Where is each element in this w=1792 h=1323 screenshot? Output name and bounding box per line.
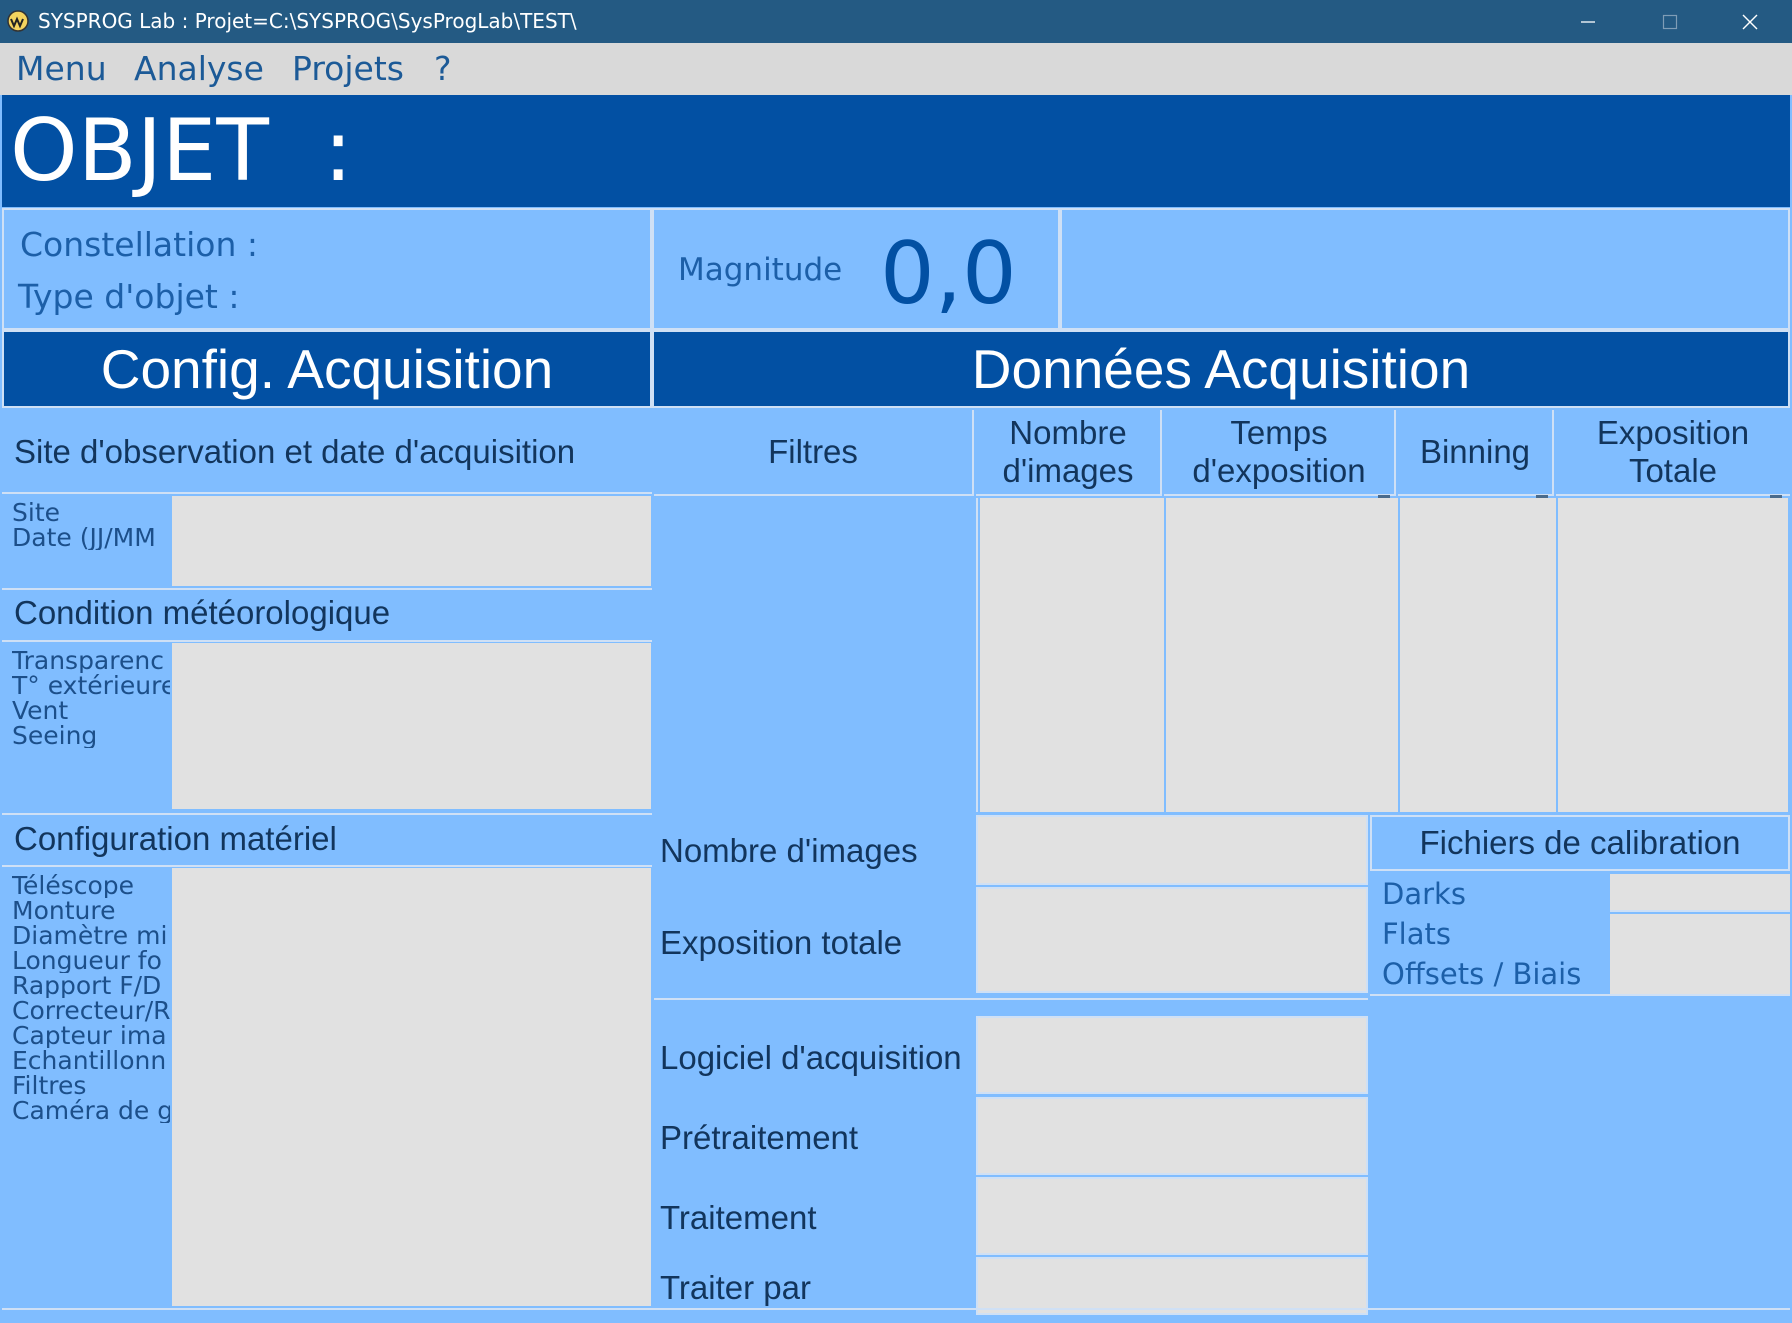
minimize-button[interactable]: [1548, 0, 1628, 43]
menu-item-analyse[interactable]: Analyse: [134, 43, 264, 95]
column-resize-handle[interactable]: [1536, 495, 1548, 498]
sysprog-app-icon[interactable]: [6, 10, 30, 32]
magnitude-label: Magnitude: [678, 252, 843, 288]
correcteur-label: Correcteur/R: [12, 998, 170, 1023]
col-header-temps-exposition-label: Temps d'exposition: [1192, 414, 1366, 489]
camera-guidage-label: Caméra de g: [12, 1098, 170, 1123]
title-bar[interactable]: SYSPROG Lab : Projet=C:\SYSPROG\SysProgL…: [0, 0, 1792, 43]
donnees-acquisition-title: Données Acquisition: [971, 338, 1471, 400]
exposition-totale-field[interactable]: [976, 887, 1368, 993]
flats-label: Flats: [1382, 917, 1451, 951]
config-acquisition-header: Config. Acquisition: [2, 330, 652, 408]
menu-item-projets[interactable]: Projets: [292, 43, 404, 95]
donnees-acquisition-header: Données Acquisition: [652, 330, 1790, 408]
capteur-label: Capteur ima: [12, 1023, 167, 1048]
calibration-title: Fichiers de calibration: [1419, 824, 1741, 861]
nombre-images-field[interactable]: [976, 815, 1368, 885]
monture-label: Monture: [12, 898, 116, 923]
rapport-fd-label: Rapport F/D: [12, 973, 162, 998]
menu-bar: Menu Analyse Projets ?: [0, 43, 1792, 95]
logiciel-field[interactable]: [976, 1016, 1368, 1094]
materiel-section-title: Configuration matériel: [14, 820, 337, 857]
close-button[interactable]: [1710, 0, 1790, 43]
date-label: Date (JJ/MM: [12, 525, 156, 550]
meteo-values-field[interactable]: [172, 643, 651, 809]
column-resize-handle[interactable]: [1378, 495, 1390, 498]
traiter-par-label: Traiter par: [660, 1269, 811, 1306]
exposition-totale-column[interactable]: [1558, 498, 1788, 812]
transparence-label: Transparenc: [12, 648, 164, 673]
materiel-values-field[interactable]: [172, 868, 651, 1306]
nombre-images-column[interactable]: [980, 498, 1164, 812]
seeing-label: Seeing: [12, 723, 98, 748]
col-header-exposition-totale-label: Exposition Totale: [1596, 414, 1750, 489]
col-header-exposition-totale: Exposition Totale: [1556, 410, 1790, 496]
col-header-temps-exposition: Temps d'exposition: [1164, 410, 1396, 496]
diametre-label: Diamètre mi: [12, 923, 168, 948]
flats-offsets-field[interactable]: [1610, 914, 1790, 994]
vent-label: Vent: [12, 698, 69, 723]
site-label: Site: [12, 500, 60, 525]
nombre-images-label: Nombre d'images: [660, 832, 918, 869]
constellation-label: Constellation :: [20, 225, 258, 264]
calibration-header: Fichiers de calibration: [1370, 815, 1790, 871]
offsets-label: Offsets / Biais: [1382, 957, 1582, 991]
filtres-label: Filtres: [12, 1073, 87, 1098]
divider: [1370, 994, 1790, 996]
traitement-field[interactable]: [976, 1177, 1368, 1255]
objet-title[interactable]: OBJET :: [10, 103, 353, 199]
divider: [654, 998, 1368, 1000]
materiel-field-labels: Téléscope Monture Diamètre mi Longueur f…: [12, 873, 170, 1123]
maximize-button[interactable]: [1630, 0, 1710, 43]
pretraitement-field[interactable]: [976, 1097, 1368, 1175]
binning-column[interactable]: [1400, 498, 1556, 812]
bottom-divider: [2, 1308, 1790, 1310]
traiter-par-field[interactable]: [976, 1257, 1368, 1315]
menu-item-help[interactable]: ?: [434, 43, 452, 95]
longueur-focale-label: Longueur fo: [12, 948, 162, 973]
echantillonnage-label: Echantillonn: [12, 1048, 167, 1073]
site-field-labels: Site Date (JJ/MM: [12, 500, 170, 550]
object-type-label: Type d'objet :: [18, 277, 240, 316]
col-header-nombre-images-label: Nombre d'images: [1002, 414, 1134, 489]
menu-item-menu[interactable]: Menu: [16, 43, 107, 95]
logiciel-label: Logiciel d'acquisition: [660, 1039, 962, 1076]
maximize-icon: [1662, 14, 1678, 30]
column-resize-handle[interactable]: [1770, 495, 1782, 498]
temps-exposition-column[interactable]: [1166, 498, 1398, 812]
site-section-title: Site d'observation et date d'acquisition: [14, 433, 576, 470]
magnitude-value[interactable]: 0,0: [880, 226, 1017, 322]
col-header-filtres-label: Filtres: [768, 433, 858, 470]
temperature-label: T° extérieure: [12, 673, 170, 698]
darks-field[interactable]: [1610, 874, 1790, 912]
col-header-binning-label: Binning: [1419, 433, 1531, 470]
exposition-totale-label: Exposition totale: [660, 924, 903, 961]
meteo-field-labels: Transparenc T° extérieure Vent Seeing: [12, 648, 170, 748]
filtres-list[interactable]: [654, 498, 978, 812]
window-title: SYSPROG Lab : Projet=C:\SYSPROG\SysProgL…: [38, 9, 577, 33]
col-header-filtres: Filtres: [654, 410, 974, 496]
site-date-field[interactable]: [172, 496, 651, 586]
minimize-icon: [1580, 14, 1596, 30]
object-image-panel[interactable]: [1060, 208, 1790, 330]
telescope-label: Téléscope: [12, 873, 135, 898]
meteo-section-title: Condition météorologique: [14, 594, 391, 631]
col-header-nombre-images: Nombre d'images: [976, 410, 1162, 496]
config-acquisition-title: Config. Acquisition: [100, 338, 554, 400]
close-icon: [1741, 13, 1759, 31]
traitement-label: Traitement: [660, 1199, 817, 1236]
darks-label: Darks: [1382, 877, 1466, 911]
col-header-binning: Binning: [1398, 410, 1554, 496]
pretraitement-label: Prétraitement: [660, 1119, 859, 1156]
